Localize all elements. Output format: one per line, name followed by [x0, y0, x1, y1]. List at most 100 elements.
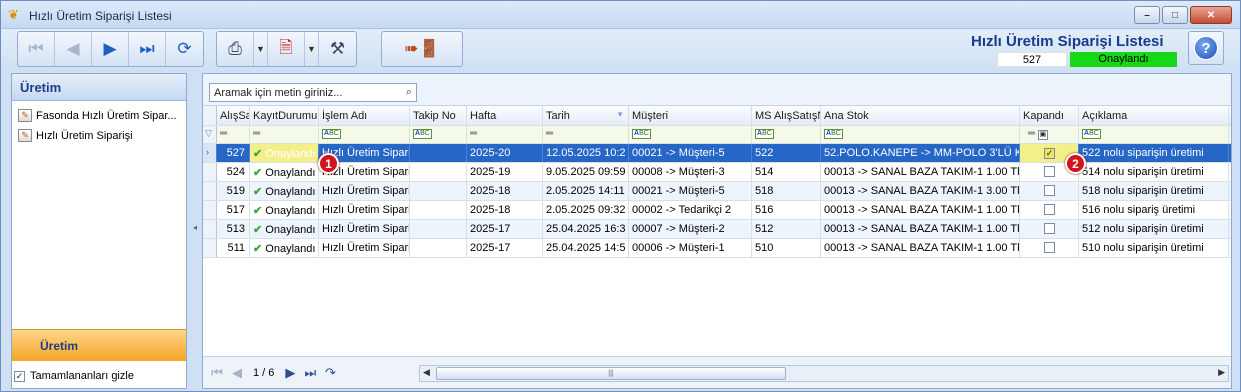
close-button[interactable]: ✕	[1190, 6, 1232, 24]
search-input[interactable]: Aramak için metin giriniz... ⌕	[209, 83, 417, 102]
cell-closed[interactable]	[1020, 220, 1079, 238]
cell-no[interactable]: 513	[217, 220, 250, 238]
column-header[interactable]: Ana Stok	[821, 106, 1020, 125]
table-row[interactable]: 511 ✔ Onaylandı Hızlı Üretim Siparişi 2025-…	[203, 239, 1231, 258]
cell-tracking[interactable]	[410, 220, 467, 238]
filter-text-icon[interactable]: ABC	[629, 126, 752, 143]
cell-date[interactable]: 12.05.2025 10:2	[543, 144, 629, 162]
cell-main-stock[interactable]: 52.POLO.KANEPE -> MM-POLO 3'LÜ KAN	[821, 144, 1020, 162]
row-indicator[interactable]: ›	[203, 144, 217, 162]
cell-status[interactable]: ✔ Onaylandı	[250, 239, 319, 257]
cell-date[interactable]: 2.05.2025 09:32	[543, 201, 629, 219]
row-indicator[interactable]	[203, 220, 217, 238]
cell-status[interactable]: ✔ Onaylandı	[250, 201, 319, 219]
next-record-icon[interactable]: ▶	[92, 32, 129, 66]
cell-operation[interactable]: Hızlı Üretim Siparişi	[319, 239, 410, 257]
help-button[interactable]: ?	[1188, 31, 1224, 65]
cell-main-stock[interactable]: 00013 -> SANAL BAZA TAKIM-1 1.00 Tk	[821, 163, 1020, 181]
cell-no[interactable]: 524	[217, 163, 250, 181]
filter-text-icon[interactable]: ABC	[1079, 126, 1229, 143]
filter-text-icon[interactable]: ABC	[752, 126, 821, 143]
filter-check-icon[interactable]: ═ ▣	[1020, 126, 1079, 143]
cell-customer[interactable]: 00021 -> Müşteri-5	[629, 144, 752, 162]
column-header[interactable]: Açıklama	[1079, 106, 1229, 125]
cell-operation[interactable]: Hızlı Üretim Siparişi	[319, 220, 410, 238]
cell-ms-no[interactable]: 514	[752, 163, 821, 181]
column-header[interactable]: KayıtDurumu	[250, 106, 319, 125]
hide-completed-checkbox[interactable]: ✓	[14, 370, 25, 382]
column-header[interactable]: Kapandı	[1020, 106, 1079, 125]
scroll-thumb[interactable]: |||	[436, 367, 786, 380]
table-row[interactable]: 517 ✔ Onaylandı Hızlı Üretim Siparişi 2025-…	[203, 201, 1231, 220]
cell-closed[interactable]	[1020, 182, 1079, 200]
column-header-sorted[interactable]: Tarih ▼	[543, 106, 629, 125]
row-indicator[interactable]	[203, 201, 217, 219]
cell-tracking[interactable]	[410, 144, 467, 162]
cell-date[interactable]: 9.05.2025 09:59	[543, 163, 629, 181]
column-header[interactable]: Hafta	[467, 106, 543, 125]
cell-no[interactable]: 517	[217, 201, 250, 219]
cell-closed[interactable]	[1020, 201, 1079, 219]
cell-main-stock[interactable]: 00013 -> SANAL BAZA TAKIM-1 3.00 Tk	[821, 182, 1020, 200]
pdf-dropdown-icon[interactable]: ▼	[305, 32, 319, 66]
cell-week[interactable]: 2025-17	[467, 220, 543, 238]
table-row[interactable]: 519 ✔ Onaylandı Hızlı Üretim Siparişi 2025-…	[203, 182, 1231, 201]
filter-text-icon[interactable]: ABC	[410, 126, 467, 143]
cell-customer[interactable]: 00008 -> Müşteri-3	[629, 163, 752, 181]
cell-description[interactable]: 518 nolu siparişin üretimi	[1079, 182, 1229, 200]
redo-icon[interactable]: ↷	[320, 365, 340, 381]
first-record-icon[interactable]: ⏮	[18, 32, 55, 66]
refresh-icon[interactable]: ⟳	[166, 32, 203, 66]
prev-page-icon[interactable]: ◀	[227, 365, 247, 381]
scroll-right-icon[interactable]: ▶	[1218, 367, 1225, 378]
first-page-icon[interactable]: ⏮	[207, 365, 227, 381]
filter-equals-icon[interactable]: ═	[467, 126, 543, 143]
closed-checkbox[interactable]	[1044, 242, 1055, 253]
left-panel-tab-uretim[interactable]: Üretim	[12, 329, 186, 361]
cell-closed[interactable]	[1020, 239, 1079, 257]
cell-main-stock[interactable]: 00013 -> SANAL BAZA TAKIM-1 1.00 Tk	[821, 201, 1020, 219]
closed-checkbox[interactable]: ✓	[1044, 148, 1055, 159]
cell-customer[interactable]: 00007 -> Müşteri-2	[629, 220, 752, 238]
last-page-icon[interactable]: ⏭	[300, 365, 320, 381]
closed-checkbox[interactable]	[1044, 166, 1055, 177]
cell-tracking[interactable]	[410, 163, 467, 181]
cell-status[interactable]: ✔ Onaylandı	[250, 220, 319, 238]
cell-status[interactable]: ✔ Onaylandı	[250, 182, 319, 200]
scroll-left-icon[interactable]: ◀	[423, 367, 430, 378]
search-icon[interactable]: ⌕	[406, 86, 412, 99]
print-dropdown-icon[interactable]: ▼	[254, 32, 268, 66]
maximize-button[interactable]: □	[1162, 6, 1188, 24]
cell-week[interactable]: 2025-18	[467, 182, 543, 200]
cell-status[interactable]: ✔ Onaylandı	[250, 144, 319, 162]
cell-description[interactable]: 522 nolu siparişin üretimi	[1079, 144, 1229, 162]
filter-equals-icon[interactable]: ═	[543, 126, 629, 143]
cell-description[interactable]: 510 nolu siparişin üretimi	[1079, 239, 1229, 257]
cell-date[interactable]: 25.04.2025 14:5	[543, 239, 629, 257]
cell-status[interactable]: ✔ Onaylandı	[250, 163, 319, 181]
last-record-icon[interactable]: ⏭	[129, 32, 166, 66]
cell-tracking[interactable]	[410, 201, 467, 219]
cell-no[interactable]: 511	[217, 239, 250, 257]
cell-ms-no[interactable]: 512	[752, 220, 821, 238]
column-header[interactable]: İşlem Adı	[319, 106, 410, 125]
cell-date[interactable]: 25.04.2025 16:3	[543, 220, 629, 238]
cell-ms-no[interactable]: 522	[752, 144, 821, 162]
cell-tracking[interactable]	[410, 239, 467, 257]
cell-no[interactable]: 527	[217, 144, 250, 162]
row-indicator[interactable]	[203, 163, 217, 181]
filter-text-icon[interactable]: ABC	[821, 126, 1020, 143]
cell-main-stock[interactable]: 00013 -> SANAL BAZA TAKIM-1 1.00 Tk	[821, 220, 1020, 238]
minimize-button[interactable]: –	[1134, 6, 1160, 24]
cell-customer[interactable]: 00002 -> Tedarikçi 2	[629, 201, 752, 219]
cell-week[interactable]: 2025-19	[467, 163, 543, 181]
hide-completed-option[interactable]: ✓ Tamamlananları gizle	[14, 370, 134, 382]
exit-icon[interactable]: ➠🚪	[382, 32, 462, 66]
row-indicator[interactable]	[203, 239, 217, 257]
cell-customer[interactable]: 00021 -> Müşteri-5	[629, 182, 752, 200]
next-page-icon[interactable]: ▶	[280, 365, 300, 381]
filter-equals-icon[interactable]: ═	[250, 126, 319, 143]
settings-icon[interactable]: ⚒	[319, 32, 356, 66]
cell-customer[interactable]: 00006 -> Müşteri-1	[629, 239, 752, 257]
cell-main-stock[interactable]: 00013 -> SANAL BAZA TAKIM-1 1.00 Tk	[821, 239, 1020, 257]
